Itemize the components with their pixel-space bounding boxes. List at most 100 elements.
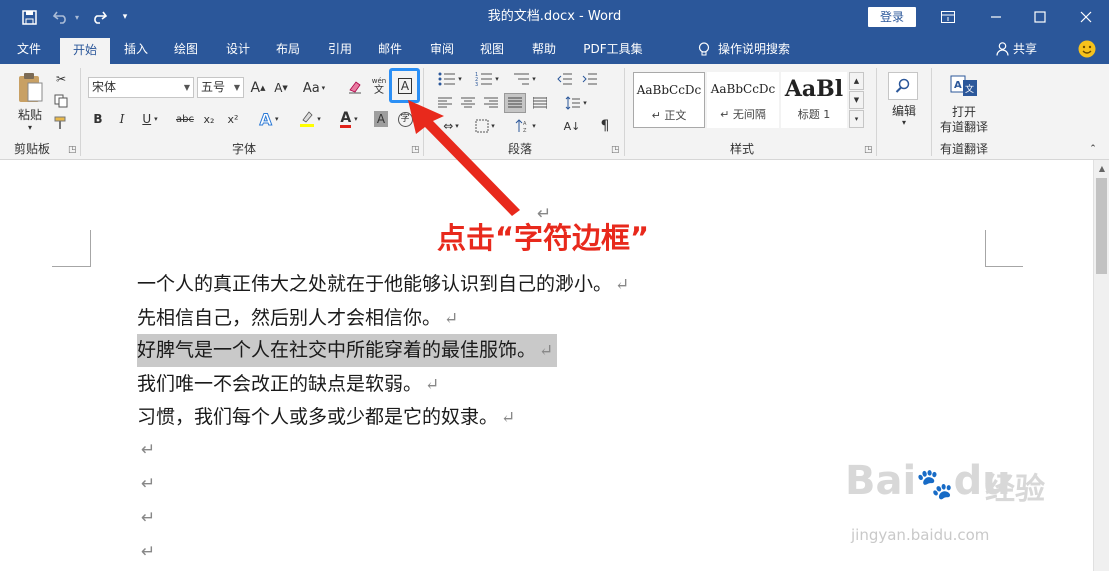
document-line-selected[interactable]: 好脾气是一个人在社交中所能穿着的最佳服饰。 ↵ <box>137 334 558 367</box>
customize-toolbar-icon[interactable]: ▾ <box>118 0 132 34</box>
text-effects-icon[interactable]: A ▾ <box>254 108 284 130</box>
login-button[interactable]: 登录 <box>868 7 916 27</box>
style-heading-1[interactable]: AaBl 标题 1 <box>781 72 847 128</box>
save-icon[interactable] <box>18 0 40 34</box>
search-icon[interactable] <box>888 72 918 100</box>
redo-icon[interactable] <box>88 0 110 34</box>
tab-insert[interactable]: 插入 <box>114 34 158 64</box>
bullets-icon[interactable]: ▾ <box>434 70 466 88</box>
increase-indent-icon[interactable] <box>580 70 600 88</box>
paragraph-mark[interactable]: ↵ <box>141 440 155 460</box>
change-case-button[interactable]: Aa ▾ <box>300 78 328 98</box>
underline-button[interactable]: U ▾ <box>138 109 162 129</box>
align-right-icon[interactable] <box>481 94 501 112</box>
tab-home[interactable]: 开始 <box>60 38 110 64</box>
subscript-button[interactable]: x₂ <box>200 109 218 129</box>
paste-button[interactable]: 粘贴 <box>14 106 46 122</box>
tab-file[interactable]: 文件 <box>6 34 52 64</box>
youdao-translate-label[interactable]: 有道翻译 <box>936 119 992 134</box>
grow-font-button[interactable]: A ▲ <box>249 78 267 98</box>
tab-design[interactable]: 设计 <box>216 34 260 64</box>
translate-icon[interactable]: A文 <box>947 72 981 100</box>
page-corner-marker <box>985 230 1023 267</box>
chinese-layout-icon[interactable]: ⇔ ▾ <box>436 116 466 136</box>
scroll-up-icon[interactable]: ▲ <box>1094 162 1109 176</box>
styles-launcher-icon[interactable]: ◳ <box>864 145 873 155</box>
vertical-scrollbar[interactable]: ▲ <box>1093 160 1109 571</box>
minimize-icon[interactable] <box>984 0 1008 34</box>
paste-icon[interactable] <box>14 70 46 106</box>
multilevel-list-icon[interactable]: ▾ <box>508 70 540 88</box>
clipboard-launcher-icon[interactable]: ◳ <box>68 145 77 155</box>
maximize-icon[interactable] <box>1028 0 1052 34</box>
line-spacing-icon[interactable]: ▾ <box>560 94 592 112</box>
enclose-characters-button[interactable]: 字 <box>396 110 414 128</box>
paragraph-marks-icon[interactable]: ¶ <box>595 116 615 136</box>
tab-references[interactable]: 引用 <box>318 34 362 64</box>
open-translate-label[interactable]: 打开 <box>940 104 988 119</box>
styles-scroll-down-icon[interactable]: ▼ <box>849 91 864 109</box>
paragraph-mark[interactable]: ↵ <box>141 474 155 494</box>
highlight-color-icon[interactable]: ▾ <box>295 108 325 130</box>
superscript-button[interactable]: x² <box>224 109 242 129</box>
clear-formatting-icon[interactable] <box>345 77 365 97</box>
paste-dropdown-icon[interactable]: ▾ <box>14 122 46 132</box>
decrease-indent-icon[interactable] <box>555 70 575 88</box>
editing-dropdown-icon[interactable]: ▾ <box>884 117 924 127</box>
scrollbar-thumb[interactable] <box>1096 178 1107 274</box>
tab-view[interactable]: 视图 <box>470 34 514 64</box>
show-marks-icon[interactable]: A↓ <box>562 116 582 136</box>
smiley-icon[interactable] <box>1076 34 1098 64</box>
italic-button[interactable]: I <box>114 109 130 129</box>
tab-help[interactable]: 帮助 <box>522 34 566 64</box>
bold-button[interactable]: B <box>90 109 106 129</box>
undo-dropdown-icon[interactable]: ▾ <box>72 0 82 34</box>
align-left-icon[interactable] <box>435 94 455 112</box>
paragraph-mark[interactable]: ↵ <box>141 508 155 528</box>
paragraph-mark[interactable]: ↵ <box>141 542 155 562</box>
font-name-select[interactable]: 宋体 ▼ <box>88 77 194 98</box>
font-launcher-icon[interactable]: ◳ <box>411 145 420 155</box>
undo-icon[interactable] <box>50 0 72 34</box>
character-shading-icon[interactable]: A <box>372 110 390 128</box>
svg-text:A: A <box>954 80 962 91</box>
editing-button[interactable]: 编辑 <box>884 102 924 118</box>
ribbon-display-options-icon[interactable] <box>938 0 958 34</box>
tell-me-search[interactable]: 操作说明搜索 <box>718 34 804 64</box>
document-line[interactable]: 我们唯一不会改正的缺点是软弱。 ↵ <box>137 368 439 401</box>
document-line[interactable]: 习惯，我们每个人或多或少都是它的奴隶。 ↵ <box>137 401 515 434</box>
shrink-font-button[interactable]: A ▼ <box>272 78 290 98</box>
styles-scroll-up-icon[interactable]: ▲ <box>849 72 864 90</box>
tab-pdf-tools[interactable]: PDF工具集 <box>576 34 650 64</box>
tab-mailings[interactable]: 邮件 <box>368 34 412 64</box>
tab-review[interactable]: 审阅 <box>420 34 464 64</box>
phonetic-guide-button[interactable]: wén 文 <box>369 74 389 98</box>
share-button[interactable]: 共享 <box>1013 34 1043 64</box>
strikethrough-button[interactable]: abc <box>174 109 196 129</box>
document-line[interactable]: 先相信自己，然后别人才会相信你。 ↵ <box>137 302 458 335</box>
justify-icon[interactable] <box>504 93 526 113</box>
paragraph-launcher-icon[interactable]: ◳ <box>611 145 620 155</box>
tab-layout[interactable]: 布局 <box>266 34 310 64</box>
distributed-icon[interactable] <box>530 94 550 112</box>
shading-icon[interactable]: ▾ <box>470 116 500 136</box>
style-normal[interactable]: AaBbCcDc ↵ 正文 <box>633 72 705 128</box>
cut-icon[interactable]: ✂ <box>52 70 70 88</box>
close-icon[interactable] <box>1074 0 1098 34</box>
user-icon[interactable] <box>993 34 1011 64</box>
copy-icon[interactable] <box>52 92 70 110</box>
collapse-ribbon-icon[interactable]: ⌃ <box>1086 142 1100 156</box>
format-painter-icon[interactable] <box>52 114 70 132</box>
style-no-spacing[interactable]: AaBbCcDc ↵ 无间隔 <box>707 72 779 128</box>
tab-draw[interactable]: 绘图 <box>164 34 208 64</box>
divider <box>931 68 932 156</box>
numbering-icon[interactable]: 1 2 3 ▾ <box>471 70 503 88</box>
font-color-icon[interactable]: A ▾ <box>334 108 364 130</box>
sort-icon[interactable]: A Z ▾ <box>510 116 540 136</box>
align-center-icon[interactable] <box>458 94 478 112</box>
font-name-value: 宋体 <box>92 80 117 94</box>
styles-more-icon[interactable]: ▾ <box>849 110 864 128</box>
lightbulb-icon[interactable] <box>694 34 714 64</box>
font-size-select[interactable]: 五号 ▼ <box>197 77 244 98</box>
document-line[interactable]: 一个人的真正伟大之处就在于他能够认识到自己的渺小。 ↵ <box>137 268 629 301</box>
